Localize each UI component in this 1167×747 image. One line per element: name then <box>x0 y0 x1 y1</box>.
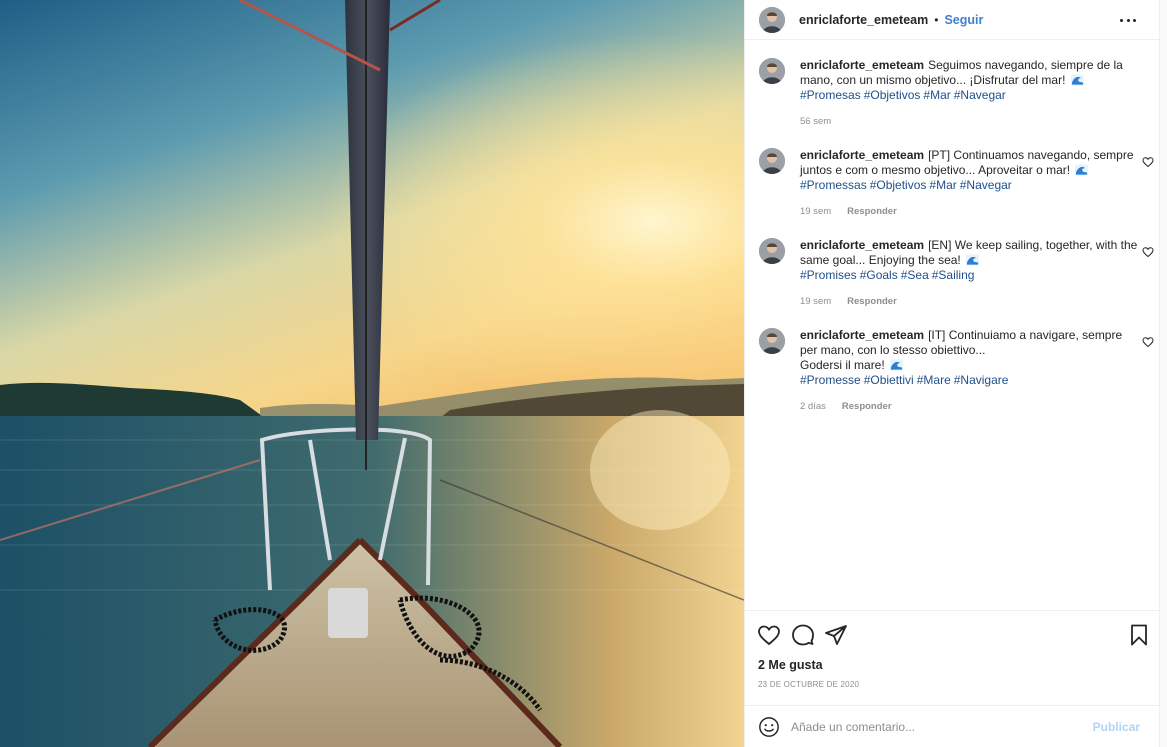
avatar[interactable] <box>759 148 785 174</box>
hashtag-link[interactable]: #Objetivos <box>870 178 927 192</box>
hashtag-link[interactable]: #Mar <box>929 178 956 192</box>
avatar[interactable] <box>759 328 785 354</box>
hashtag-link[interactable]: #Sailing <box>932 268 975 282</box>
comment-time[interactable]: 56 sem <box>800 116 831 127</box>
share-icon[interactable] <box>824 623 848 647</box>
hashtag-link[interactable]: #Mar <box>923 88 950 102</box>
reply-button[interactable]: Responder <box>847 296 897 307</box>
comments-list[interactable]: enriclaforte_emeteam Seguimos navegando, … <box>745 40 1160 610</box>
publish-button[interactable]: Publicar <box>1093 720 1140 734</box>
comment-username[interactable]: enriclaforte_emeteam <box>800 58 924 72</box>
comment-meta: 56 sem <box>800 116 831 127</box>
hashtag-link[interactable]: #Mare <box>917 373 951 387</box>
comment-username[interactable]: enriclaforte_emeteam <box>800 238 924 252</box>
wave-emoji-icon <box>966 254 980 266</box>
post-photo[interactable] <box>0 0 744 747</box>
emoji-icon[interactable] <box>758 716 780 738</box>
likes-count[interactable]: 2 Me gusta <box>758 658 823 672</box>
scrollbar-gutter <box>1159 0 1167 747</box>
comment-username[interactable]: enriclaforte_emeteam <box>800 148 924 162</box>
like-comment-heart-icon[interactable] <box>1142 156 1154 168</box>
wave-emoji-icon <box>890 359 904 371</box>
hashtag-link[interactable]: #Promesas <box>800 88 861 102</box>
comment-content-line2: Godersi il mare! <box>800 358 885 372</box>
hashtag-link[interactable]: #Navegar <box>960 178 1012 192</box>
like-comment-heart-icon[interactable] <box>1142 336 1154 348</box>
comment-text: enriclaforte_emeteam [PT] Continuamos nav… <box>800 148 1140 193</box>
separator-dot: • <box>934 12 939 27</box>
reply-button[interactable]: Responder <box>842 401 892 412</box>
hashtag-link[interactable]: #Goals <box>860 268 898 282</box>
comment-text: enriclaforte_emeteam [IT] Continuiamo a n… <box>800 328 1140 388</box>
add-comment-form: Publicar <box>745 705 1160 747</box>
hashtags: #Promises #Goals #Sea #Sailing <box>800 268 1140 283</box>
comment-time[interactable]: 19 sem <box>800 296 831 307</box>
reply-button[interactable]: Responder <box>847 206 897 217</box>
heart-icon[interactable] <box>757 623 781 647</box>
hashtags: #Promesse #Obiettivi #Mare #Navigare <box>800 373 1140 388</box>
comment-meta: 19 sem Responder <box>800 296 897 307</box>
post-date[interactable]: 23 DE OCTUBRE DE 2020 <box>758 680 859 689</box>
hashtags: #Promessas #Objetivos #Mar #Navegar <box>800 178 1140 193</box>
comment-text: enriclaforte_emeteam [EN] We keep sailing… <box>800 238 1140 283</box>
follow-button[interactable]: Seguir <box>944 13 983 27</box>
comment-meta: 19 sem Responder <box>800 206 897 217</box>
bookmark-icon[interactable] <box>1127 623 1151 647</box>
hashtag-link[interactable]: #Navigare <box>954 373 1009 387</box>
avatar[interactable] <box>759 58 785 84</box>
hashtag-link[interactable]: #Obiettivi <box>864 373 914 387</box>
like-comment-heart-icon[interactable] <box>1142 246 1154 258</box>
more-horizontal-icon[interactable] <box>1120 12 1136 28</box>
comment-time[interactable]: 2 días <box>800 401 826 412</box>
post-header: enriclaforte_emeteam • Seguir <box>745 0 1160 40</box>
comment-input[interactable] <box>791 714 1091 740</box>
avatar[interactable] <box>759 6 785 33</box>
comment-username[interactable]: enriclaforte_emeteam <box>800 328 924 342</box>
hashtag-link[interactable]: #Promessas <box>800 178 867 192</box>
comment-meta: 2 días Responder <box>800 401 892 412</box>
hashtag-link[interactable]: #Objetivos <box>864 88 921 102</box>
wave-emoji-icon <box>1070 74 1084 86</box>
wave-emoji-icon <box>1075 164 1089 176</box>
comment-text: enriclaforte_emeteam Seguimos navegando, … <box>800 58 1140 103</box>
post-actions: 2 Me gusta 23 DE OCTUBRE DE 2020 <box>745 610 1160 705</box>
avatar[interactable] <box>759 238 785 264</box>
hashtag-link[interactable]: #Navegar <box>954 88 1006 102</box>
hashtag-link[interactable]: #Promesse <box>800 373 861 387</box>
hashtags: #Promesas #Objetivos #Mar #Navegar <box>800 88 1140 103</box>
comment-time[interactable]: 19 sem <box>800 206 831 217</box>
comment-icon[interactable] <box>791 623 815 647</box>
hashtag-link[interactable]: #Promises <box>800 268 857 282</box>
hashtag-link[interactable]: #Sea <box>901 268 929 282</box>
post-side-panel: enriclaforte_emeteam • Seguir enriclafor… <box>744 0 1167 747</box>
sailboat-sunset-image <box>0 0 744 747</box>
header-username[interactable]: enriclaforte_emeteam <box>799 13 928 27</box>
